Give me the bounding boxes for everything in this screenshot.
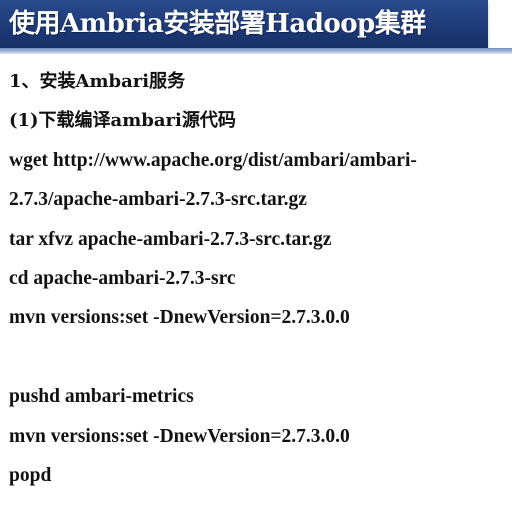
- command-line: cd apache-ambari-2.7.3-src: [9, 267, 236, 289]
- step-heading: (1)下载编译ambari源代码: [9, 110, 236, 132]
- command-line: popd: [9, 464, 52, 486]
- slide-title: 使用Ambria安装部署Hadoop集群: [9, 9, 426, 39]
- section-heading: 1、安装Ambari服务: [9, 71, 186, 92]
- blank-line: [9, 338, 504, 377]
- command-line: mvn versions:set -DnewVersion=2.7.3.0.0: [9, 425, 350, 447]
- slide: 使用Ambria安装部署Hadoop集群 1、安装Ambari服务 (1)下载编…: [0, 0, 512, 521]
- command-line: pushd ambari-metrics: [9, 386, 194, 408]
- title-divider: [0, 48, 512, 54]
- command-line: mvn versions:set -DnewVersion=2.7.3.0.0: [9, 307, 350, 329]
- command-line: tar xfvz apache-ambari-2.7.3-src.tar.gz: [9, 228, 332, 250]
- slide-body: 1、安装Ambari服务 (1)下载编译ambari源代码 wget http:…: [9, 62, 504, 495]
- title-bar: 使用Ambria安装部署Hadoop集群: [0, 0, 488, 48]
- command-line: 2.7.3/apache-ambari-2.7.3-src.tar.gz: [9, 189, 307, 211]
- command-line: wget http://www.apache.org/dist/ambari/a…: [9, 149, 417, 171]
